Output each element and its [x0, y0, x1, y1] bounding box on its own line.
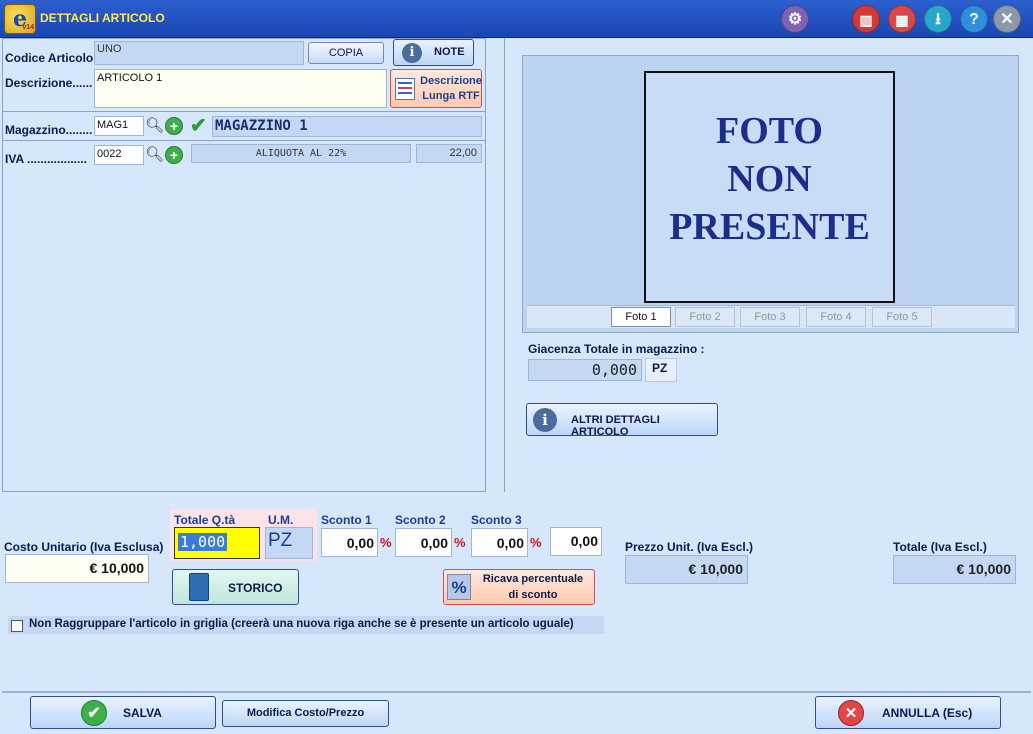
- photo-tab-1[interactable]: Foto 1: [611, 307, 671, 327]
- sconto1-input[interactable]: 0,00: [321, 528, 378, 557]
- calculator-icon[interactable]: ▦: [888, 5, 916, 33]
- magazzino-add-icon[interactable]: +: [165, 117, 183, 135]
- iva-description-field: ALIQUOTA AL 22%: [191, 144, 411, 163]
- separator: [2, 140, 485, 141]
- info-icon: i: [402, 43, 422, 63]
- prezzo-unit-label: Prezzo Unit. (Iva Escl.): [625, 540, 754, 554]
- copia-button[interactable]: COPIA: [308, 42, 384, 64]
- costo-unitario-input[interactable]: € 10,000: [5, 554, 149, 583]
- footer-separator: [2, 691, 1031, 693]
- library-icon[interactable]: ▥: [852, 5, 880, 33]
- iva-label: IVA ..................: [5, 152, 88, 166]
- iva-add-icon[interactable]: +: [165, 146, 183, 164]
- um-field: PZ: [265, 527, 313, 559]
- sconto1-percent: %: [380, 535, 392, 550]
- magazzino-search-icon[interactable]: 🔍︎: [145, 117, 164, 135]
- iva-search-icon[interactable]: 🔍︎: [145, 146, 164, 164]
- sconto2-input[interactable]: 0,00: [395, 528, 452, 557]
- modifica-costo-prezzo-button[interactable]: Modifica Costo/Prezzo: [222, 700, 389, 727]
- photo-placeholder: FOTO NON PRESENTE: [644, 71, 895, 303]
- magazzino-label: Magazzino........: [5, 123, 93, 137]
- giacenza-unit: PZ: [645, 358, 677, 382]
- magazzino-code-input[interactable]: MAG1: [94, 116, 144, 136]
- photo-tab-4[interactable]: Foto 4: [806, 307, 866, 327]
- iva-rate-field: 22,00: [416, 144, 482, 163]
- note-button-label: NOTE: [434, 46, 465, 58]
- sconto1-label: Sconto 1: [321, 513, 372, 527]
- qta-input[interactable]: 1,000: [174, 527, 260, 559]
- descrizione-label: Descrizione......: [5, 76, 93, 90]
- window-title: DETTAGLI ARTICOLO: [40, 11, 165, 25]
- storico-label: STORICO: [228, 581, 283, 595]
- ricava-percentuale-button[interactable]: % Ricava percentuale di sconto: [443, 569, 595, 605]
- ricava-label-2: di sconto: [508, 589, 558, 601]
- qta-label: Totale Q.tà: [174, 513, 236, 527]
- app-logo: e v14: [4, 4, 36, 34]
- salva-label: SALVA: [123, 706, 162, 720]
- altri-dettagli-label: ALTRI DETTAGLI ARTICOLO: [571, 414, 660, 438]
- sconto3-percent: %: [530, 535, 542, 550]
- percent-icon: %: [447, 574, 471, 600]
- close-icon[interactable]: ✕: [993, 5, 1021, 33]
- photo-placeholder-line-3: PRESENTE: [669, 206, 870, 248]
- rtf-document-icon: [395, 78, 415, 100]
- non-raggruppare-checkbox[interactable]: [11, 620, 23, 632]
- non-raggruppare-label: Non Raggruppare l'articolo in griglia (c…: [29, 618, 574, 630]
- altri-dettagli-button[interactable]: i ALTRI DETTAGLI ARTICOLO: [526, 403, 718, 438]
- sconto-extra-input[interactable]: 0,00: [550, 527, 602, 556]
- photo-tab-3[interactable]: Foto 3: [740, 307, 800, 327]
- giacenza-value: 0,000: [528, 359, 642, 381]
- salva-button[interactable]: ✔ SALVA: [30, 696, 216, 729]
- check-icon: ✔: [190, 115, 207, 137]
- sconto3-input[interactable]: 0,00: [471, 528, 528, 557]
- photo-placeholder-line-1: FOTO: [716, 110, 823, 152]
- info-icon: i: [533, 408, 557, 432]
- costo-unitario-label: Costo Unitario (Iva Esclusa): [4, 540, 164, 554]
- separator: [2, 111, 485, 112]
- totale-field: € 10,000: [893, 555, 1016, 584]
- desc-lunga-label-2: Lunga RTF: [422, 90, 480, 102]
- descrizione-input[interactable]: ARTICOLO 1: [94, 69, 387, 108]
- annulla-label: ANNULLA (Esc): [882, 706, 973, 720]
- sconto2-label: Sconto 2: [395, 513, 446, 527]
- prezzo-unit-field: € 10,000: [625, 555, 748, 584]
- photo-placeholder-line-2: NON: [727, 158, 812, 200]
- download-icon[interactable]: ⭳: [924, 5, 952, 33]
- um-label: U.M.: [268, 513, 294, 527]
- annulla-button[interactable]: ✕ ANNULLA (Esc): [815, 696, 1001, 729]
- photo-tab-2[interactable]: Foto 2: [675, 307, 735, 327]
- panel-divider: [504, 38, 505, 492]
- app-logo-badge: v14: [22, 24, 34, 31]
- photo-tab-5[interactable]: Foto 5: [872, 307, 932, 327]
- check-circle-icon: ✔: [81, 700, 107, 726]
- settings-gear-icon[interactable]: ⚙: [781, 5, 809, 33]
- sconto3-label: Sconto 3: [471, 513, 522, 527]
- codice-input[interactable]: UNO: [94, 41, 304, 65]
- ricava-label-1: Ricava percentuale: [482, 573, 584, 585]
- storico-button[interactable]: STORICO: [172, 569, 299, 605]
- help-icon[interactable]: ?: [960, 5, 988, 33]
- cancel-circle-icon: ✕: [838, 700, 864, 726]
- descrizione-lunga-rtf-button[interactable]: Descrizione Lunga RTF: [390, 69, 482, 108]
- desc-lunga-label-1: Descrizione: [420, 75, 482, 87]
- qta-value: 1,000: [178, 533, 228, 551]
- note-button[interactable]: i NOTE: [393, 39, 474, 66]
- magazzino-name-field: MAGAZZINO 1: [212, 116, 482, 137]
- iva-code-input[interactable]: 0022: [94, 145, 144, 165]
- totale-label: Totale (Iva Escl.): [893, 540, 987, 554]
- sconto2-percent: %: [454, 535, 466, 550]
- history-book-icon: [189, 573, 209, 601]
- giacenza-label: Giacenza Totale in magazzino :: [528, 342, 705, 356]
- codice-label: Codice Articolo.: [5, 51, 97, 65]
